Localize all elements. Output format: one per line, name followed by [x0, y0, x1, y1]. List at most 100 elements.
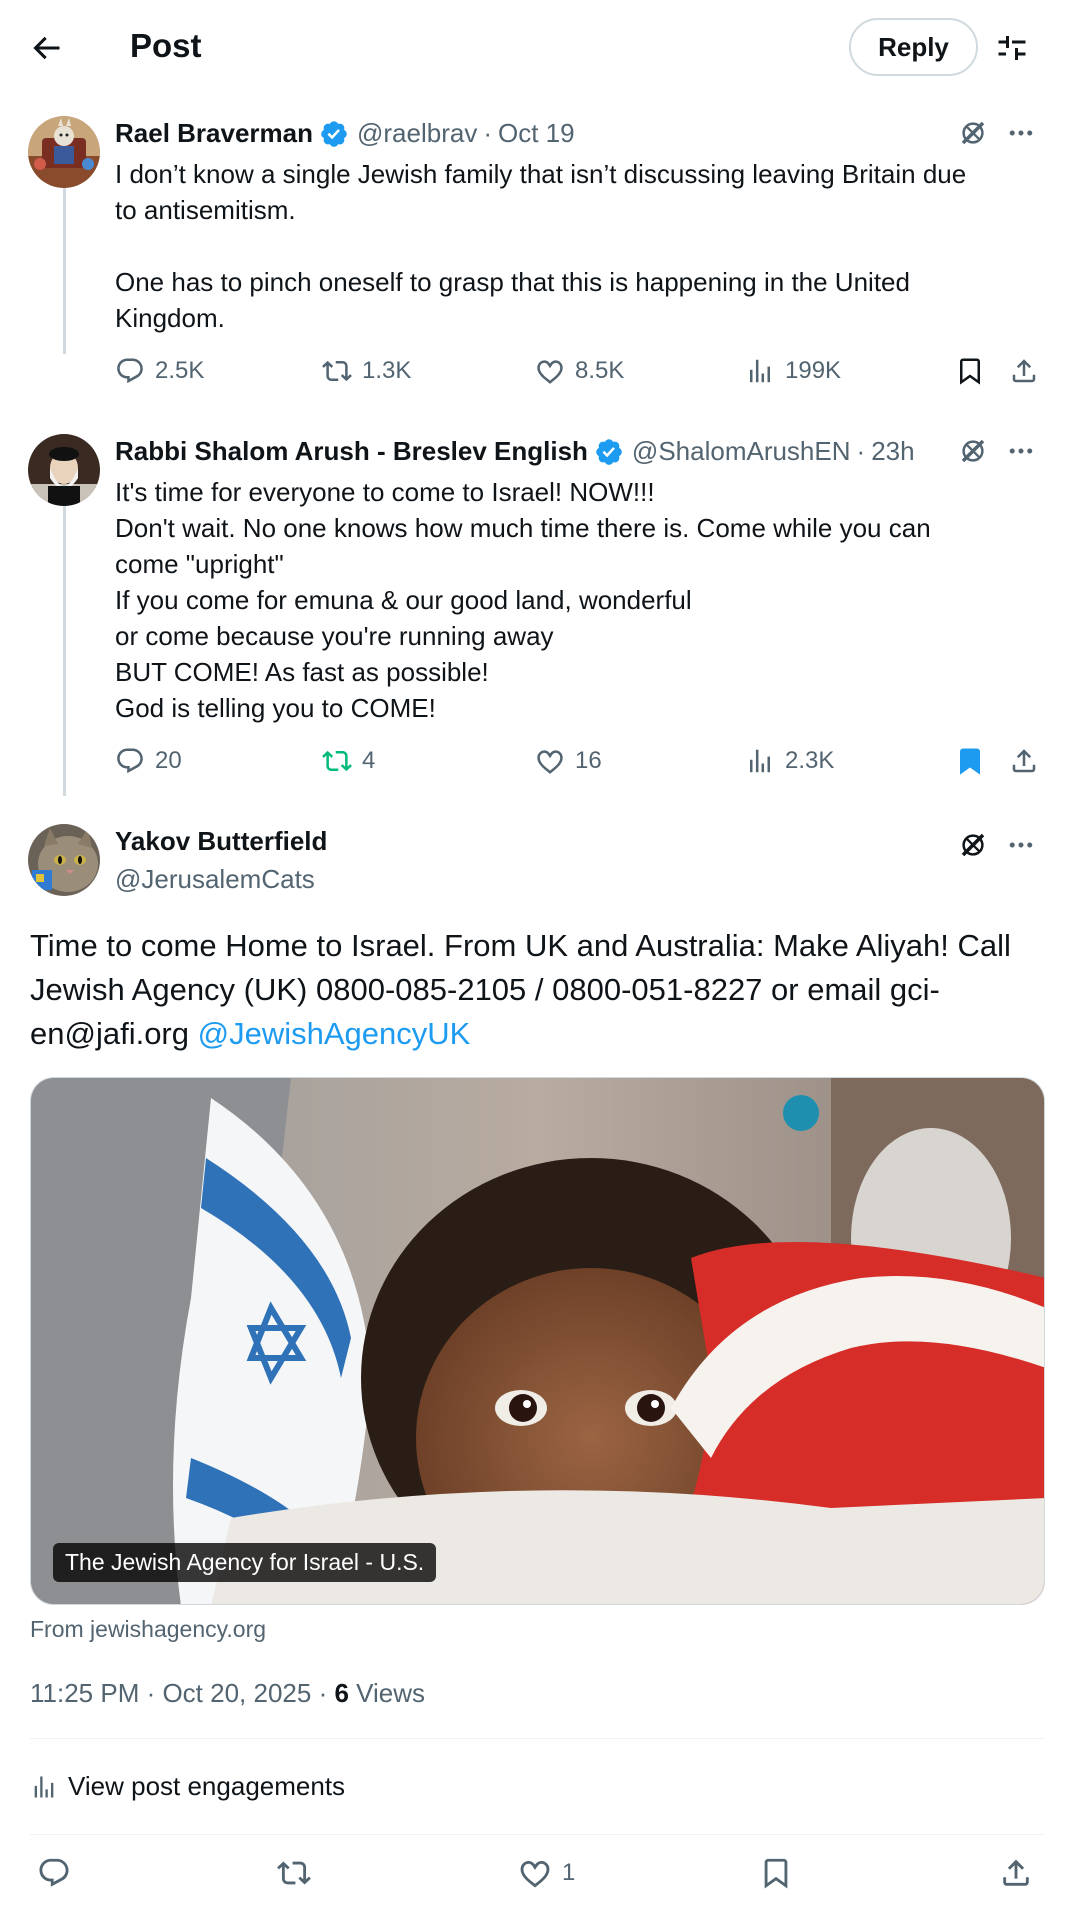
bookmark-icon: [955, 356, 985, 386]
views-icon: [30, 1773, 58, 1801]
divider: [30, 1834, 1045, 1835]
author-name[interactable]: Rael Braverman: [115, 118, 313, 149]
more-icon[interactable]: [1006, 436, 1036, 466]
tweet-line: come "upright": [115, 549, 284, 579]
views-count: 6: [334, 1678, 349, 1708]
post-time[interactable]: Oct 19: [498, 118, 575, 149]
views-count: 199K: [785, 357, 842, 384]
repost-action[interactable]: [277, 1856, 311, 1890]
repost-icon: [322, 356, 352, 386]
like-count: 16: [575, 747, 602, 774]
tweet-line: or come because you're running away: [115, 621, 554, 651]
tweet-line-text: en@jafi.org: [30, 1016, 198, 1051]
post-timestamp: 11:25 PM · Oct 20, 2025 · 6 Views: [30, 1678, 425, 1709]
tweet-header-actions: [958, 118, 1036, 148]
dot-separator: ·: [856, 436, 866, 466]
view-engagements-link[interactable]: View post engagements: [30, 1771, 345, 1802]
like-count: 8.5K: [575, 357, 625, 384]
share-action[interactable]: [1009, 356, 1039, 386]
tweet-line: to antisemitism.: [115, 195, 296, 225]
repost-icon: [277, 1856, 311, 1890]
repost-count: 4: [362, 747, 376, 774]
share-action[interactable]: [999, 1856, 1033, 1890]
tweet-text: I don’t know a single Jewish family that…: [115, 156, 1045, 336]
tweet-line: Don't wait. No one knows how much time t…: [115, 513, 931, 543]
share-action[interactable]: [1009, 746, 1039, 776]
like-icon: [535, 746, 565, 776]
tweet-line: Time to come Home to Israel. From UK and…: [30, 928, 1011, 963]
reply-action[interactable]: 2.5K: [115, 356, 204, 386]
tweet-line: BUT COME! As fast as possible!: [115, 657, 489, 687]
divider: [30, 1738, 1045, 1739]
thread-line: [63, 476, 66, 796]
like-action[interactable]: 1: [518, 1856, 575, 1890]
tweet-text: It's time for everyone to come to Israel…: [115, 474, 1045, 726]
reply-count: 2.5K: [155, 357, 205, 384]
like-count: 1: [562, 1859, 576, 1886]
bookmark-action[interactable]: [759, 1856, 793, 1890]
bookmark-icon: [759, 1856, 793, 1890]
like-icon: [518, 1856, 552, 1890]
repost-action[interactable]: 4: [322, 746, 375, 776]
share-icon: [999, 1856, 1033, 1890]
tweet-line: Kingdom.: [115, 303, 225, 333]
views-label: Views: [348, 1678, 426, 1708]
more-icon[interactable]: [1006, 118, 1036, 148]
bookmark-action[interactable]: [955, 356, 985, 386]
bookmark-action[interactable]: [955, 746, 985, 776]
views-icon: [745, 356, 775, 386]
author-name[interactable]: Yakov Butterfield: [115, 826, 327, 857]
repost-count: 1.3K: [362, 357, 412, 384]
reply-button[interactable]: Reply: [849, 18, 978, 76]
repost-icon: [322, 746, 352, 776]
like-action[interactable]: 16: [535, 746, 602, 776]
main-tweet-text: Time to come Home to Israel. From UK and…: [30, 924, 1040, 1056]
reply-action[interactable]: 20: [115, 746, 182, 776]
author-name[interactable]: Rabbi Shalom Arush - Breslev English: [115, 436, 588, 467]
reply-action[interactable]: [37, 1856, 71, 1890]
views-action[interactable]: 199K: [745, 356, 841, 386]
share-icon: [1009, 746, 1039, 776]
repost-action[interactable]: 1.3K: [322, 356, 411, 386]
verified-badge-icon: [319, 119, 349, 149]
tweet-header: Rael Braverman @raelbrav · Oct 19: [115, 118, 575, 149]
card-image: [31, 1078, 1044, 1604]
like-action[interactable]: 8.5K: [535, 356, 624, 386]
author-handle[interactable]: @raelbrav: [357, 118, 477, 149]
post-time[interactable]: 23h: [871, 436, 914, 467]
bookmark-filled-icon: [955, 746, 985, 776]
avatar[interactable]: [28, 116, 100, 188]
tweet-line: God is telling you to COME!: [115, 693, 436, 723]
reply-count: 20: [155, 747, 182, 774]
mention-link[interactable]: @JewishAgencyUK: [198, 1016, 471, 1051]
tweet-header-actions: [958, 436, 1036, 466]
author-handle[interactable]: @JerusalemCats: [115, 864, 315, 895]
tweet-line: [115, 228, 1045, 264]
reply-icon: [115, 746, 145, 776]
more-icon[interactable]: [1006, 830, 1036, 860]
tweet-line: If you come for emuna & our good land, w…: [115, 585, 692, 615]
avatar[interactable]: [28, 824, 100, 896]
verified-badge-icon: [594, 437, 624, 467]
tweet-header-actions: [958, 830, 1036, 860]
tweet-line: One has to pinch oneself to grasp that t…: [115, 267, 910, 297]
grok-icon[interactable]: [958, 830, 988, 860]
reply-icon: [115, 356, 145, 386]
link-card[interactable]: The Jewish Agency for Israel - U.S.: [30, 1077, 1045, 1605]
avatar[interactable]: [28, 434, 100, 506]
like-icon: [535, 356, 565, 386]
dot-separator: ·: [483, 118, 492, 148]
timestamp-text[interactable]: 11:25 PM · Oct 20, 2025 ·: [30, 1678, 334, 1708]
back-arrow-icon[interactable]: [28, 30, 64, 66]
top-bar: Post Reply: [0, 0, 1068, 96]
grok-icon[interactable]: [958, 118, 988, 148]
author-handle[interactable]: @ShalomArushEN: [632, 436, 851, 467]
tweet-line: Jewish Agency (UK) 0800-085-2105 / 0800-…: [30, 972, 940, 1007]
views-action[interactable]: 2.3K: [745, 746, 834, 776]
grok-icon[interactable]: [958, 436, 988, 466]
reply-icon: [37, 1856, 71, 1890]
page-title: Post: [130, 27, 202, 64]
card-source[interactable]: From jewishagency.org: [30, 1616, 266, 1643]
views-icon: [745, 746, 775, 776]
filter-icon[interactable]: [994, 30, 1030, 66]
